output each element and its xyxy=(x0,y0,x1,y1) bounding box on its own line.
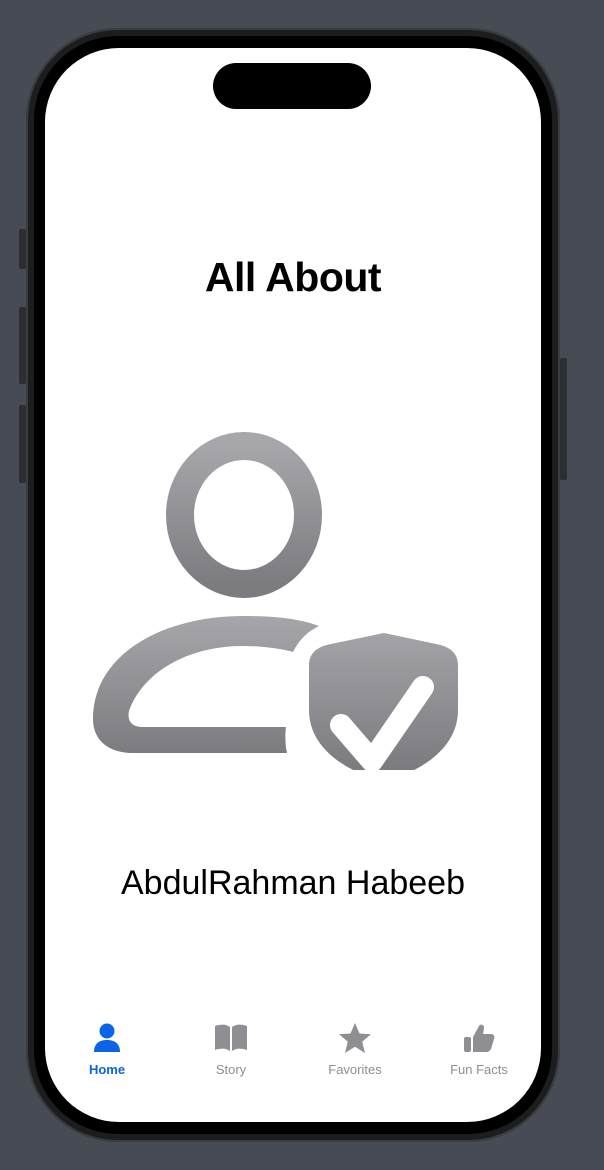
tab-story-label: Story xyxy=(215,1062,247,1077)
thumbs-up-icon xyxy=(459,1020,499,1056)
tab-story[interactable]: Story xyxy=(169,1020,293,1090)
tab-home[interactable]: Home xyxy=(45,1020,169,1090)
power-button xyxy=(560,358,567,480)
app-screen: All About AbdulRahman Habeeb Home Story … xyxy=(45,48,541,1122)
volume-down-button xyxy=(19,405,26,483)
book-icon xyxy=(211,1020,251,1056)
tab-bar: Home Story Favorites Fun Facts xyxy=(45,1020,541,1090)
volume-up-button xyxy=(19,307,26,384)
tab-favorites-label: Favorites xyxy=(328,1062,382,1077)
phone-frame: All About AbdulRahman Habeeb Home Story … xyxy=(26,28,560,1142)
tab-favorites[interactable]: Favorites xyxy=(293,1020,417,1090)
tab-fun-facts[interactable]: Fun Facts xyxy=(417,1020,541,1090)
tab-home-label: Home xyxy=(88,1062,126,1077)
star-icon xyxy=(335,1020,375,1056)
dynamic-island xyxy=(213,63,371,109)
tab-fun-facts-label: Fun Facts xyxy=(450,1062,508,1077)
action-button xyxy=(19,229,26,269)
page-title: All About xyxy=(204,254,382,300)
person-badge-shield-checkmark-icon xyxy=(93,384,463,782)
person-icon xyxy=(87,1020,127,1056)
person-name: AbdulRahman Habeeb xyxy=(120,864,466,902)
